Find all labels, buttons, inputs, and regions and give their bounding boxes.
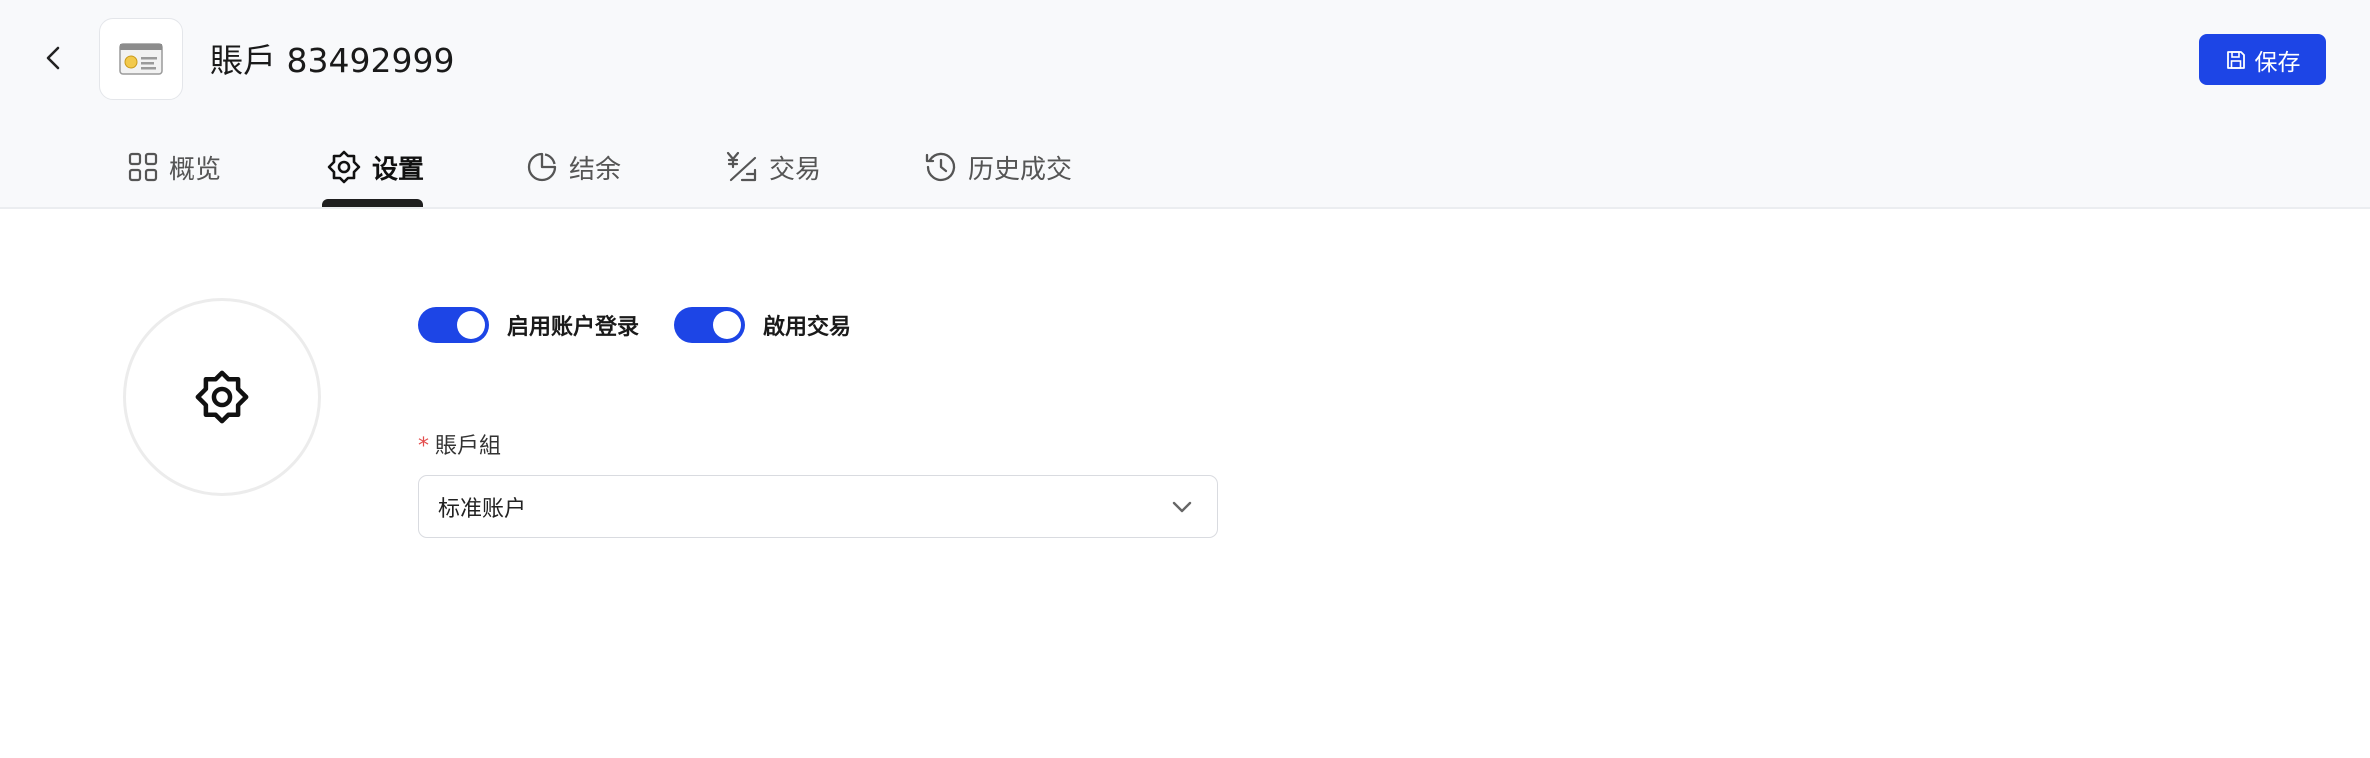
floppy-disk-icon (2226, 50, 2245, 69)
account-group-value: 标准账户 (438, 497, 527, 522)
chevron-down-icon (1172, 501, 1192, 513)
tab-overview[interactable]: 概览 (127, 142, 221, 192)
tab-label: 结余 (569, 154, 622, 185)
account-login-toggle[interactable] (418, 307, 489, 343)
account-login-label: 启用账户登录 (507, 315, 640, 340)
tab-settings[interactable]: 设置 (326, 142, 424, 192)
pie-chart-icon (527, 152, 557, 182)
tab-label: 设置 (372, 154, 425, 185)
gear-icon (195, 370, 249, 424)
trading-toggle[interactable] (674, 307, 745, 343)
history-icon (925, 152, 956, 182)
tab-bar: 概览 设置 结余 交易 历史成交 (0, 134, 1200, 207)
account-group-label-text: 賬戶組 (435, 434, 502, 459)
account-avatar (99, 18, 183, 100)
tab-label: 历史成交 (968, 154, 1073, 185)
tab-history[interactable]: 历史成交 (924, 142, 1072, 192)
toggle-knob (713, 311, 741, 339)
id-card-icon (119, 43, 163, 75)
chevron-left-icon (46, 46, 60, 70)
tab-balance[interactable]: 结余 (525, 142, 621, 192)
account-group-select[interactable]: 标准账户 (418, 475, 1218, 538)
account-group-label: * 賬戶組 (418, 428, 501, 460)
yen-exchange-icon (726, 151, 757, 182)
save-button[interactable]: 保存 (2199, 34, 2326, 85)
page-header: 賬戶 83492999 保存 概览 设置 结余 交易 历史成交 (0, 0, 2370, 209)
trading-label: 啟用交易 (763, 315, 852, 340)
back-button[interactable] (36, 40, 72, 76)
active-tab-indicator (322, 199, 423, 207)
tab-label: 交易 (769, 154, 822, 185)
toggle-knob (457, 311, 485, 339)
page-title: 賬戶 83492999 (210, 41, 455, 80)
settings-avatar (123, 298, 321, 496)
toggle-account-login-row: 启用账户登录 (418, 306, 639, 344)
required-mark: * (418, 434, 429, 459)
gear-icon (327, 150, 361, 184)
save-button-label: 保存 (2254, 49, 2301, 76)
toggle-trading-row: 啟用交易 (674, 306, 851, 344)
tab-label: 概览 (169, 154, 222, 185)
tab-transactions[interactable]: 交易 (725, 142, 821, 192)
grid-icon (128, 152, 158, 182)
